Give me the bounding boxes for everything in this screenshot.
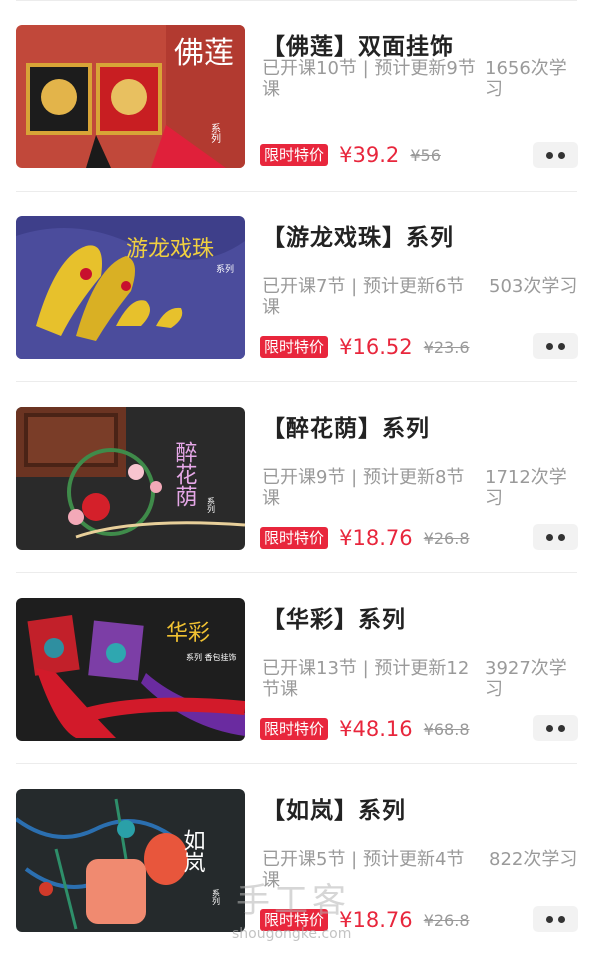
- watermark-text: 手工客: [236, 881, 350, 921]
- original-price: ¥23.6: [423, 337, 470, 357]
- limited-offer-badge: 限时特价: [260, 336, 329, 358]
- sale-price: ¥48.16: [339, 717, 413, 741]
- original-price: ¥26.8: [423, 528, 470, 548]
- course-meta: 已开课7节 | 预计更新6节课: [262, 276, 465, 318]
- course-meta: 已开课9节 | 预计更新8节课: [262, 467, 465, 509]
- thumb-subtitle: 系列 香包挂饰: [186, 652, 237, 662]
- dot-icon: [558, 151, 565, 159]
- thumb-title: 游龙戏珠: [126, 237, 214, 262]
- more-options-button[interactable]: [533, 906, 578, 932]
- course-card[interactable]: 游龙戏珠 系列 【游龙戏珠】系列 已开课7节 | 预计更新6节课 503次学习 …: [0, 191, 593, 382]
- course-card[interactable]: 佛莲 系列 【佛莲】双面挂饰 已开课10节 | 预计更新9节课 1656次学习 …: [0, 0, 593, 192]
- course-meta: 已开课10节 | 预计更新9节课: [262, 58, 476, 100]
- course-card[interactable]: 醉花荫 系列 【醉花荫】系列 已开课9节 | 预计更新8节课 1712次学习 限…: [0, 382, 593, 573]
- course-study-count: 3927次学习: [485, 658, 567, 700]
- watermark-url: shougongke.com: [232, 926, 352, 942]
- limited-offer-badge: 限时特价: [260, 144, 329, 166]
- course-title[interactable]: 【醉花荫】系列: [262, 409, 430, 443]
- thumb-title: 如岚: [180, 829, 206, 873]
- dot-icon: [546, 915, 553, 923]
- thumb-subtitle: 系列: [212, 888, 221, 906]
- limited-offer-badge: 限时特价: [260, 718, 329, 740]
- dot-icon: [546, 724, 553, 732]
- course-title[interactable]: 【游龙戏珠】系列: [262, 218, 454, 252]
- course-card[interactable]: 华彩 系列 香包挂饰 【华彩】系列 已开课13节 | 预计更新12节课 3927…: [0, 573, 593, 764]
- dot-icon: [558, 724, 565, 732]
- more-options-button[interactable]: [533, 524, 578, 550]
- course-meta: 已开课13节 | 预计更新12节课: [262, 658, 470, 700]
- course-study-count: 503次学习: [489, 276, 578, 297]
- more-options-button[interactable]: [533, 715, 578, 741]
- original-price: ¥56: [410, 145, 441, 165]
- dot-icon: [546, 151, 553, 159]
- thumb-subtitle: 系列: [209, 123, 221, 144]
- course-title[interactable]: 【佛莲】双面挂饰: [262, 27, 454, 61]
- more-options-button[interactable]: [533, 333, 578, 359]
- dot-icon: [558, 342, 565, 350]
- course-thumbnail[interactable]: 游龙戏珠 系列: [16, 216, 245, 359]
- course-study-count: 1656次学习: [485, 58, 567, 100]
- dot-icon: [546, 342, 553, 350]
- price-row: 限时特价 ¥39.2 ¥56: [260, 143, 441, 173]
- course-title[interactable]: 【如岚】系列: [262, 791, 406, 825]
- thumb-title: 醉花荫: [172, 441, 198, 507]
- course-study-count: 822次学习: [489, 849, 578, 870]
- price-row: 限时特价 ¥48.16 ¥68.8: [260, 717, 470, 747]
- dot-icon: [546, 533, 553, 541]
- price-row: 限时特价 ¥16.52 ¥23.6: [260, 335, 470, 365]
- more-options-button[interactable]: [533, 142, 578, 168]
- thumb-subtitle: 系列: [207, 496, 216, 514]
- thumb-title-char-1: 佛莲: [174, 36, 234, 71]
- sale-price: ¥18.76: [339, 526, 413, 550]
- original-price: ¥26.8: [423, 910, 470, 930]
- price-row: 限时特价 ¥18.76 ¥26.8: [260, 526, 470, 556]
- thumb-subtitle: 系列: [216, 263, 234, 275]
- course-title[interactable]: 【华彩】系列: [262, 600, 406, 634]
- sale-price: ¥39.2: [339, 143, 400, 167]
- thumb-title: 华彩: [166, 621, 210, 646]
- course-thumbnail[interactable]: 佛莲 系列: [16, 25, 245, 168]
- course-thumbnail[interactable]: 如岚 系列: [16, 789, 245, 932]
- dot-icon: [558, 533, 565, 541]
- sale-price: ¥16.52: [339, 335, 413, 359]
- original-price: ¥68.8: [423, 719, 470, 739]
- dot-icon: [558, 915, 565, 923]
- limited-offer-badge: 限时特价: [260, 527, 329, 549]
- course-study-count: 1712次学习: [485, 467, 567, 509]
- course-thumbnail[interactable]: 醉花荫 系列: [16, 407, 245, 550]
- course-thumbnail[interactable]: 华彩 系列 香包挂饰: [16, 598, 245, 741]
